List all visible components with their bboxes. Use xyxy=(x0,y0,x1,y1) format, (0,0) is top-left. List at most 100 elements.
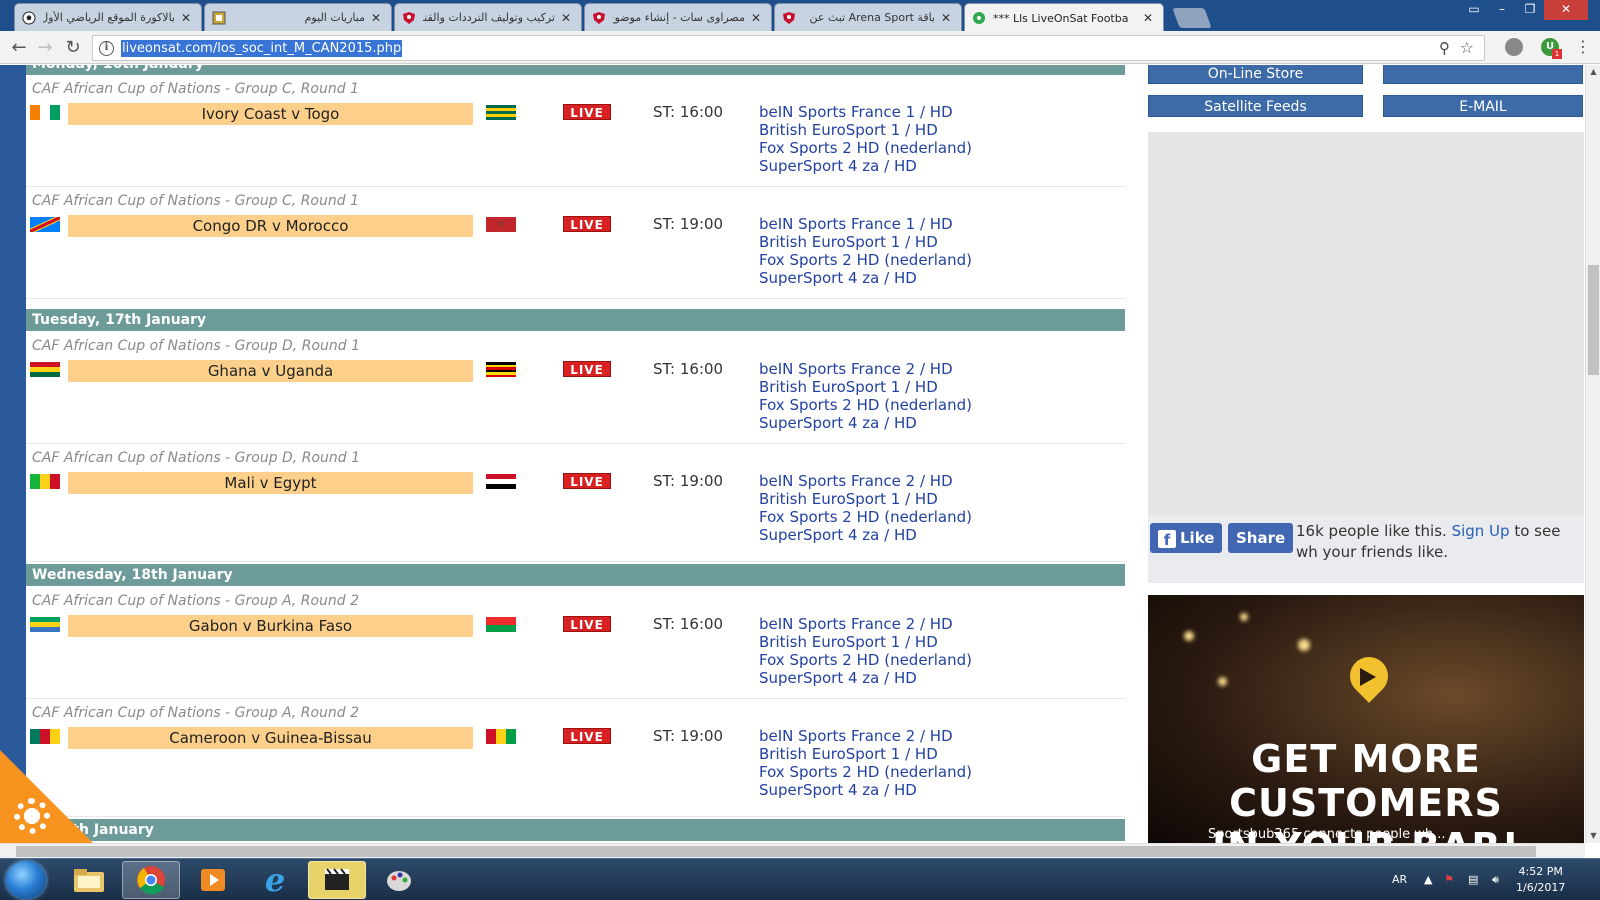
match-teams[interactable]: Cameroon v Guinea-Bissau xyxy=(68,727,473,749)
competition-label: CAF African Cup of Nations - Group D, Ro… xyxy=(32,338,360,354)
live-badge[interactable]: LIVE xyxy=(563,473,611,489)
address-bar[interactable]: i liveonsat.com/los_soc_int_M_CAN2015.ph… xyxy=(92,35,1485,61)
facebook-like-button[interactable]: f Like xyxy=(1150,523,1223,553)
channel-link[interactable]: Fox Sports 2 HD (nederland) xyxy=(759,651,972,669)
channel-link[interactable]: SuperSport 4 za / HD xyxy=(759,781,972,799)
online-store-button[interactable]: On-Line Store xyxy=(1148,65,1363,84)
show-hidden-icons-icon[interactable]: ▲ xyxy=(1424,873,1432,886)
scrollbar-thumb[interactable] xyxy=(16,846,1536,857)
match-teams[interactable]: Congo DR v Morocco xyxy=(68,215,473,237)
vertical-scrollbar[interactable]: ▲ ▼ xyxy=(1585,65,1600,843)
close-tab-icon[interactable]: ✕ xyxy=(561,11,575,25)
live-badge[interactable]: LIVE xyxy=(563,616,611,632)
paint-icon[interactable] xyxy=(370,861,428,899)
internet-explorer-icon[interactable]: e xyxy=(246,861,304,899)
browser-tab-active[interactable]: *** Lls LiveOnSat Footba ✕ xyxy=(964,3,1164,32)
clock-time: 4:52 PM xyxy=(1518,865,1563,878)
sign-up-link[interactable]: Sign Up xyxy=(1452,522,1510,540)
browser-tab-4[interactable]: مصراوى سات - إنشاء موضوع ✕ xyxy=(584,3,772,31)
horizontal-scrollbar[interactable] xyxy=(0,843,1585,858)
volume-icon[interactable]: 🔊︎ xyxy=(1492,873,1499,887)
live-badge[interactable]: LIVE xyxy=(563,216,611,232)
chrome-icon[interactable] xyxy=(122,861,180,899)
email-button[interactable]: E-MAIL xyxy=(1383,95,1583,117)
extension-icon[interactable] xyxy=(1505,38,1523,56)
match-teams[interactable]: Mali v Egypt xyxy=(68,472,473,494)
tab-title: باقة Arena Sport تبث عن xyxy=(809,11,935,24)
channel-link[interactable]: beIN Sports France 1 / HD xyxy=(759,103,972,121)
site-shield-icon xyxy=(781,10,797,26)
channel-link[interactable]: beIN Sports France 2 / HD xyxy=(759,615,972,633)
close-tab-icon[interactable]: ✕ xyxy=(1143,11,1157,25)
live-badge[interactable]: LIVE xyxy=(563,361,611,377)
channel-link[interactable]: Fox Sports 2 HD (nederland) xyxy=(759,139,972,157)
gear-icon[interactable] xyxy=(14,798,50,834)
channel-link[interactable]: SuperSport 4 za / HD xyxy=(759,157,972,175)
match-teams[interactable]: Ivory Coast v Togo xyxy=(68,103,473,125)
live-badge[interactable]: LIVE xyxy=(563,104,611,120)
action-center-flag-icon[interactable]: ⚑ xyxy=(1444,873,1454,886)
bar-advertisement[interactable]: GET MORE CUSTOMERS IN YOUR BAR! Sportsbu… xyxy=(1148,595,1584,843)
scroll-up-icon[interactable]: ▲ xyxy=(1586,65,1600,79)
forward-arrow-icon[interactable]: → xyxy=(34,37,56,59)
browser-tab-2[interactable]: مباريات اليوم ✕ xyxy=(204,3,392,31)
channel-link[interactable]: SuperSport 4 za / HD xyxy=(759,526,972,544)
browser-toolbar: ← → ↻ i liveonsat.com/los_soc_int_M_CAN2… xyxy=(0,31,1600,64)
start-time: ST: 19:00 xyxy=(653,727,724,745)
scroll-down-icon[interactable]: ▼ xyxy=(1586,829,1600,843)
media-player-icon[interactable] xyxy=(184,861,242,899)
sidebar-button[interactable] xyxy=(1383,65,1583,84)
network-icon[interactable]: ▤ xyxy=(1468,873,1478,886)
channel-link[interactable]: Fox Sports 2 HD (nederland) xyxy=(759,251,972,269)
language-indicator[interactable]: AR xyxy=(1392,873,1407,886)
browser-tab-3[interactable]: تركيب وتوليف الترددات والقنوات ✕ xyxy=(394,3,582,31)
channel-link[interactable]: SuperSport 4 za / HD xyxy=(759,669,972,687)
url-text[interactable]: liveonsat.com/los_soc_int_M_CAN2015.php xyxy=(121,40,403,57)
maximize-icon[interactable]: ❐ xyxy=(1516,0,1544,20)
ad-light xyxy=(1298,639,1310,651)
close-window-icon[interactable]: ✕ xyxy=(1544,0,1588,20)
channel-link[interactable]: beIN Sports France 1 / HD xyxy=(759,215,972,233)
video-editor-icon[interactable] xyxy=(308,861,366,899)
close-tab-icon[interactable]: ✕ xyxy=(371,11,385,25)
channel-link[interactable]: British EuroSport 1 / HD xyxy=(759,233,972,251)
live-badge[interactable]: LIVE xyxy=(563,728,611,744)
channel-link[interactable]: Fox Sports 2 HD (nederland) xyxy=(759,763,972,781)
satellite-feeds-button[interactable]: Satellite Feeds xyxy=(1148,95,1363,117)
browser-tab-5[interactable]: باقة Arena Sport تبث عن ✕ xyxy=(774,3,962,31)
play-icon xyxy=(1360,668,1376,686)
explorer-icon[interactable] xyxy=(60,861,118,899)
match-teams[interactable]: Gabon v Burkina Faso xyxy=(68,615,473,637)
start-button[interactable] xyxy=(6,861,46,899)
zoom-icon[interactable]: ⚲ xyxy=(1439,39,1450,57)
channel-link[interactable]: SuperSport 4 za / HD xyxy=(759,414,972,432)
channel-link[interactable]: British EuroSport 1 / HD xyxy=(759,633,972,651)
channel-link[interactable]: Fox Sports 2 HD (nederland) xyxy=(759,396,972,414)
info-icon[interactable]: i xyxy=(99,41,114,56)
channel-link[interactable]: beIN Sports France 2 / HD xyxy=(759,360,972,378)
channel-link[interactable]: Fox Sports 2 HD (nederland) xyxy=(759,508,972,526)
channel-link[interactable]: beIN Sports France 2 / HD xyxy=(759,472,972,490)
menu-icon[interactable]: ⋮ xyxy=(1575,38,1591,56)
reload-icon[interactable]: ↻ xyxy=(62,37,84,59)
channel-link[interactable]: SuperSport 4 za / HD xyxy=(759,269,972,287)
user-profile-icon[interactable]: ▭ xyxy=(1460,0,1488,20)
back-arrow-icon[interactable]: ← xyxy=(8,37,30,59)
bookmark-star-icon[interactable]: ☆ xyxy=(1460,38,1474,57)
new-tab-button[interactable] xyxy=(1172,8,1212,28)
channel-link[interactable]: British EuroSport 1 / HD xyxy=(759,121,972,139)
channel-link[interactable]: beIN Sports France 2 / HD xyxy=(759,727,972,745)
tab-title: مصراوى سات - إنشاء موضوع xyxy=(613,11,745,24)
facebook-share-button[interactable]: Share xyxy=(1228,523,1294,553)
close-tab-icon[interactable]: ✕ xyxy=(181,11,195,25)
channel-link[interactable]: British EuroSport 1 / HD xyxy=(759,745,972,763)
channel-link[interactable]: British EuroSport 1 / HD xyxy=(759,490,972,508)
browser-tab-1[interactable]: بالاكورة الموقع الرياضي الأول ✕ xyxy=(14,3,202,31)
scrollbar-thumb[interactable] xyxy=(1588,265,1599,375)
minimize-icon[interactable]: – xyxy=(1488,0,1516,20)
channel-link[interactable]: British EuroSport 1 / HD xyxy=(759,378,972,396)
close-tab-icon[interactable]: ✕ xyxy=(751,11,765,25)
close-tab-icon[interactable]: ✕ xyxy=(941,11,955,25)
system-clock[interactable]: 4:52 PM 1/6/2017 xyxy=(1516,864,1565,896)
match-teams[interactable]: Ghana v Uganda xyxy=(68,360,473,382)
